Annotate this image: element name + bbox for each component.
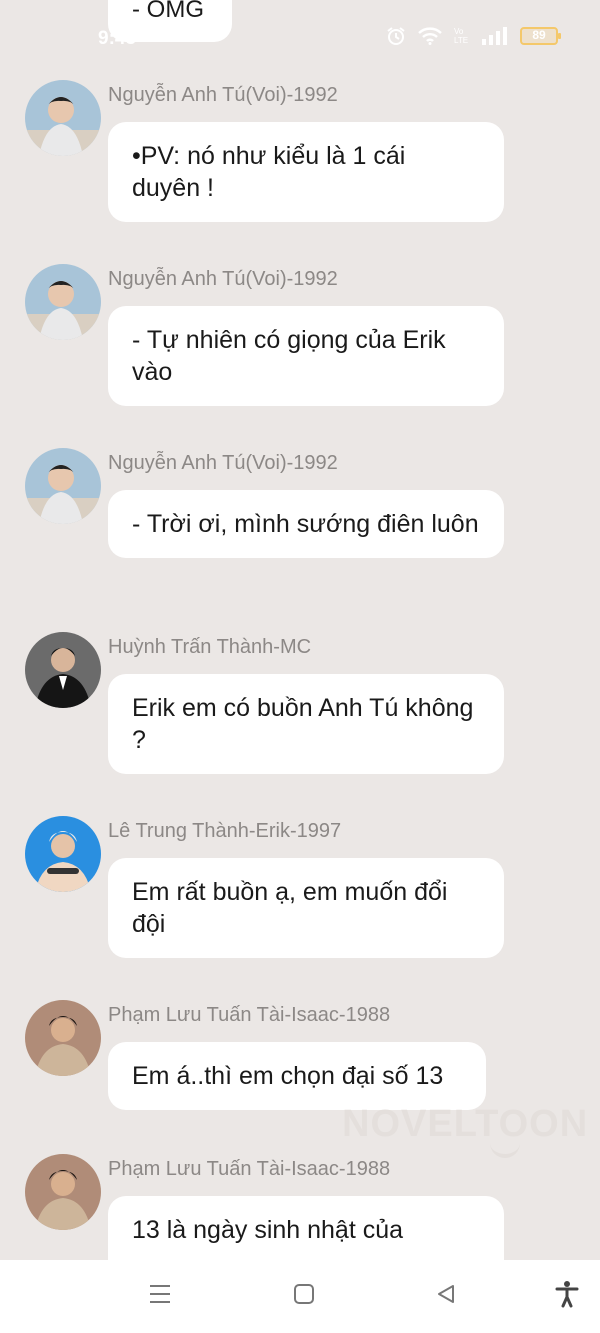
message-text: - Tự nhiên có giọng của Erik vào: [132, 326, 446, 386]
avatar[interactable]: [25, 264, 101, 340]
status-time: 9:43: [98, 28, 137, 49]
sender-name: Lê Trung Thành-Erik-1997: [108, 820, 342, 842]
chat-message: Phạm Lưu Tuấn Tài-Isaac-1988 Em á..thì e…: [0, 1000, 600, 1120]
chat-message: Lê Trung Thành-Erik-1997 Em rất buồn ạ, …: [0, 816, 600, 966]
sender-name: Huỳnh Trấn Thành-MC: [108, 636, 312, 658]
alarm-icon: [386, 26, 406, 46]
avatar[interactable]: [25, 1154, 101, 1230]
navigation-bar: [0, 1260, 600, 1333]
message-text: - Trời ơi, mình sướng điên luôn: [132, 510, 479, 538]
svg-text:LTE: LTE: [454, 36, 468, 45]
battery-level: 89: [532, 28, 546, 42]
avatar[interactable]: [25, 448, 101, 524]
home-square-icon: [293, 1283, 315, 1310]
avatar[interactable]: [25, 816, 101, 892]
message-bubble[interactable]: Erik em có buồn Anh Tú không ?: [108, 674, 504, 774]
sender-name: Nguyễn Anh Tú(Voi)-1992: [108, 84, 338, 106]
message-bubble[interactable]: •PV: nó như kiểu là 1 cái duyên !: [108, 122, 504, 222]
message-text: Erik em có buồn Anh Tú không ?: [132, 694, 474, 754]
wifi-icon: [418, 27, 442, 45]
svg-text:Vo: Vo: [454, 27, 464, 36]
chat-message: Nguyễn Anh Tú(Voi)-1992 •PV: nó như kiểu…: [0, 80, 600, 230]
message-bubble[interactable]: Em rất buồn ạ, em muốn đổi đội: [108, 858, 504, 958]
watermark: NOVELTOON: [342, 1103, 589, 1145]
sender-name: Nguyễn Anh Tú(Voi)-1992: [108, 452, 338, 474]
back-triangle-icon: [435, 1283, 457, 1310]
status-icons: Vo LTE 89: [386, 26, 561, 46]
home-button[interactable]: [288, 1280, 320, 1312]
chat-message: Nguyễn Anh Tú(Voi)-1992 - Tự nhiên có gi…: [0, 264, 600, 414]
avatar[interactable]: [25, 632, 101, 708]
message-text: 13 là ngày sinh nhật của: [132, 1216, 404, 1244]
message-text: Em rất buồn ạ, em muốn đổi đội: [132, 878, 448, 938]
message-bubble[interactable]: 13 là ngày sinh nhật của: [108, 1196, 504, 1260]
sender-name: Nguyễn Anh Tú(Voi)-1992: [108, 268, 338, 290]
menu-icon: [148, 1283, 172, 1310]
signal-icon: [482, 27, 508, 45]
volte-icon: Vo LTE: [454, 26, 470, 46]
menu-button[interactable]: [144, 1280, 176, 1312]
message-bubble[interactable]: - Trời ơi, mình sướng điên luôn: [108, 490, 504, 558]
message-text: •PV: nó như kiểu là 1 cái duyên !: [132, 142, 406, 202]
status-bar: - OMG 9:43 Vo LTE 89: [0, 0, 600, 76]
avatar[interactable]: [25, 80, 101, 156]
message-text: Em á..thì em chọn đại số 13: [132, 1062, 444, 1090]
chat-message: Nguyễn Anh Tú(Voi)-1992 - Trời ơi, mình …: [0, 448, 600, 598]
message-text: - OMG: [132, 0, 204, 23]
accessibility-button[interactable]: [551, 1280, 583, 1312]
avatar[interactable]: [25, 1000, 101, 1076]
battery-icon: 89: [520, 27, 561, 45]
back-button[interactable]: [430, 1280, 462, 1312]
chat-message: Huỳnh Trấn Thành-MC Erik em có buồn Anh …: [0, 632, 600, 782]
chat-message: Phạm Lưu Tuấn Tài-Isaac-1988 13 là ngày …: [0, 1154, 600, 1260]
accessibility-icon: [555, 1280, 579, 1313]
sender-name: Phạm Lưu Tuấn Tài-Isaac-1988: [108, 1158, 391, 1180]
sender-name: Phạm Lưu Tuấn Tài-Isaac-1988: [108, 1004, 391, 1026]
message-bubble[interactable]: Em á..thì em chọn đại số 13: [108, 1042, 486, 1110]
message-bubble[interactable]: - Tự nhiên có giọng của Erik vào: [108, 306, 504, 406]
